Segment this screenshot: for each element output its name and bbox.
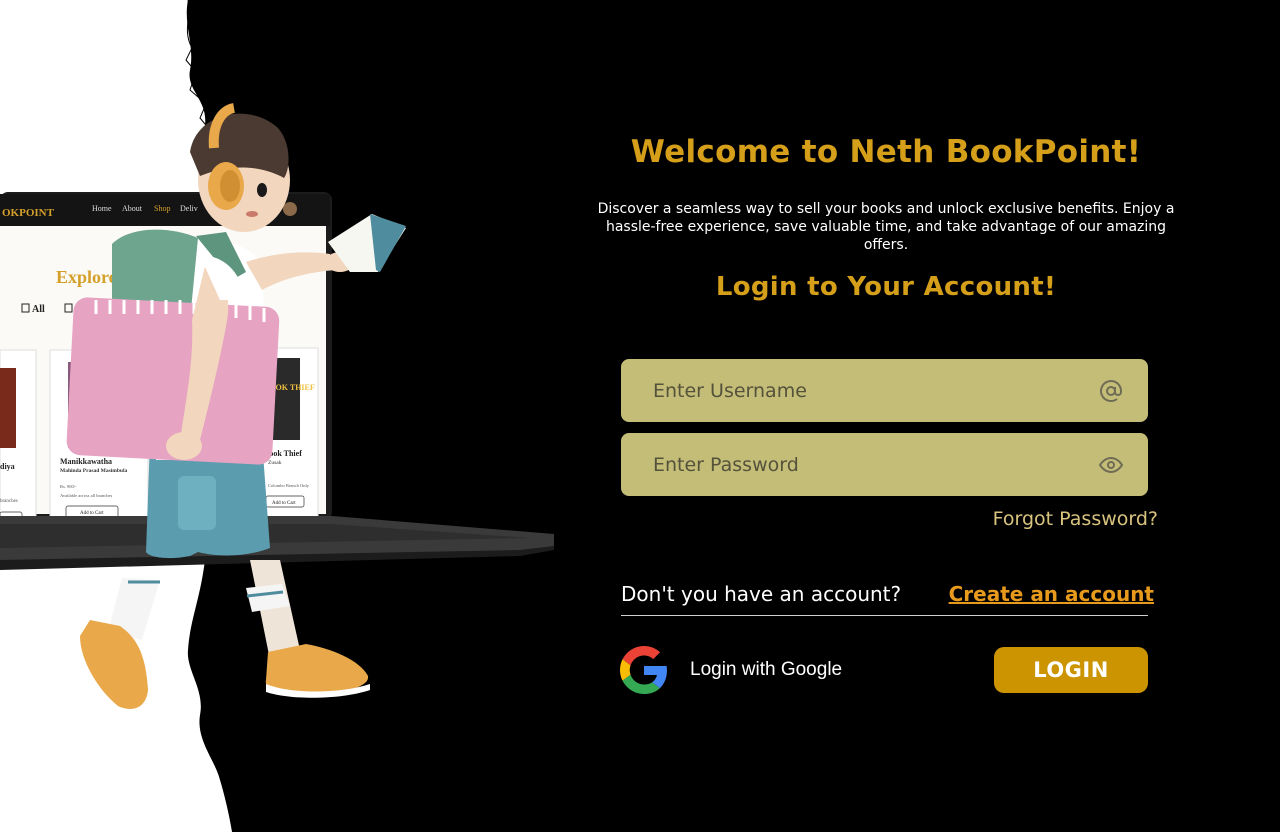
laptop-brand: OKPOINT [2, 207, 55, 219]
at-icon [1098, 378, 1124, 404]
laptop-book-3-button: Add to Cart [272, 501, 296, 506]
laptop-nav-delivery: Deliv [180, 204, 198, 213]
laptop-book-2-price: Rs. 900/- [60, 484, 77, 489]
laptop-book-2-author: Mahinda Prasad Masimbula [60, 468, 127, 474]
welcome-title: Welcome to Neth BookPoint! [630, 134, 1142, 170]
laptop-book-1-note: branches [0, 499, 18, 504]
password-input[interactable] [653, 453, 1098, 476]
google-login-label: Login with Google [690, 659, 843, 680]
username-input[interactable] [653, 379, 1098, 402]
laptop-nav-about: About [122, 204, 143, 213]
hero-artwork: OKPOINT Home About Shop Deliv Explore Al… [0, 0, 554, 832]
username-field[interactable] [621, 359, 1148, 422]
laptop-book-2-note: Available across all branches [60, 493, 113, 498]
hero-illustration: OKPOINT Home About Shop Deliv Explore Al… [0, 0, 560, 832]
google-icon [620, 646, 667, 694]
forgot-password-link[interactable]: Forgot Password? [940, 508, 1158, 530]
welcome-description: Discover a seamless way to sell your boo… [597, 201, 1175, 253]
google-login-button[interactable]: Login with Google [620, 646, 940, 694]
signup-question: Don't you have an account? [621, 582, 902, 606]
laptop-book-3-author: Zusak [268, 460, 282, 466]
eye-icon[interactable] [1098, 452, 1124, 478]
laptop-book-3-note: Colombo Branch Only [268, 483, 310, 488]
laptop-nav-shop: Shop [154, 204, 170, 213]
create-account-link[interactable]: Create an account [949, 582, 1154, 606]
signup-row: Don't you have an account? Create an acc… [621, 580, 1154, 616]
laptop-book-2-button: Add to Cart [80, 511, 104, 516]
laptop-heading: Explore [56, 267, 117, 287]
laptop-filter-all: All [32, 304, 45, 315]
laptop-nav-home: Home [92, 204, 112, 213]
laptop-book-1-title: diya [0, 462, 15, 471]
laptop-book-2-title: Manikkawatha [60, 457, 112, 466]
login-button[interactable]: LOGIN [994, 647, 1148, 693]
login-heading: Login to Your Account! [715, 272, 1057, 302]
password-field[interactable] [621, 433, 1148, 496]
